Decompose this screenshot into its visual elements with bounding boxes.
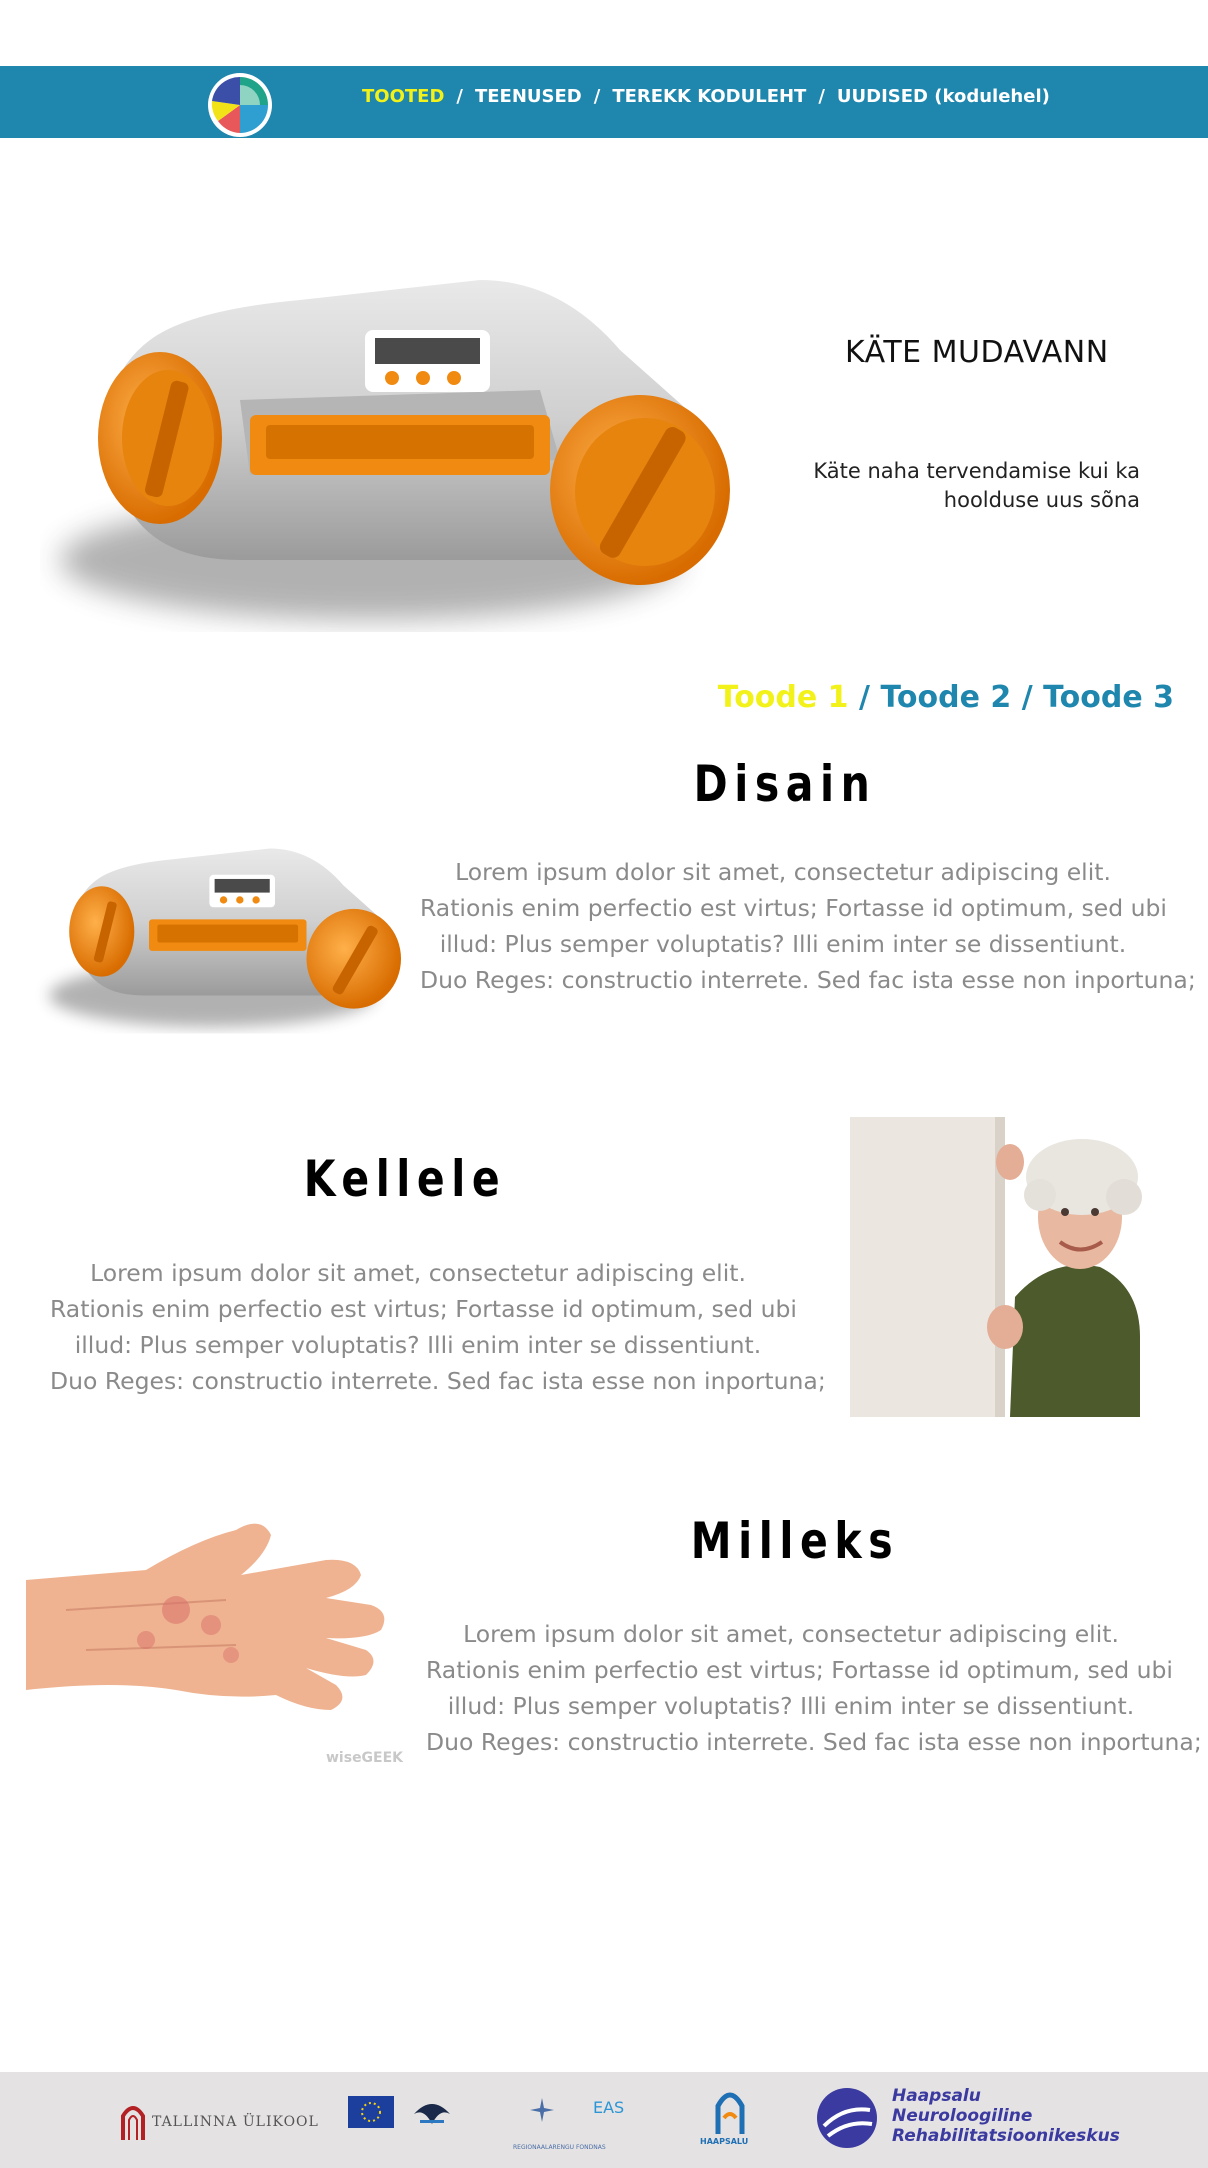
haapsalu-crest-icon[interactable] [712,2088,748,2136]
nav-item-terekk-koduleht[interactable]: TEREKK KODULEHT [612,86,806,107]
tab-toode-2[interactable]: Toode 2 [880,680,1011,715]
text-line: illud: Plus semper voluptatis? Illi enim… [439,930,1127,958]
product-tabs: Toode 1 / Toode 2 / Toode 3 [718,680,1174,715]
text-line: Duo Reges: constructio interrete. Sed fa… [420,966,1196,994]
small-device-image [49,848,401,1027]
text-line: Rationis enim perfectio est virtus; Fort… [420,894,1167,922]
text-line: Lorem ipsum dolor sit amet, consectetur … [90,1259,746,1287]
section-title-kellele: Kellele [303,1150,507,1208]
text-line: Lorem ipsum dolor sit amet, consectetur … [463,1620,1119,1648]
text-line: illud: Plus semper voluptatis? Illi enim… [74,1331,762,1359]
tlu-arch-icon [121,2106,145,2140]
hnrk-name[interactable]: Haapsalu Neuroloogiline Rehabilitatsioon… [892,2086,1120,2146]
hand-with-eczema-photo: wiseGEEK [26,1523,404,1766]
tlu-logo[interactable]: TALLINNA ÜLIKOOL [120,2097,319,2147]
text-line: Rationis enim perfectio est virtus; Fort… [50,1295,797,1323]
text-line: illud: Plus semper voluptatis? Illi enim… [447,1692,1135,1720]
text-line: Duo Reges: constructio interrete. Sed fa… [426,1728,1202,1756]
eu-flag-icon[interactable] [348,2096,394,2128]
nav-separator: / [456,85,463,107]
section-text-disain: Lorem ipsum dolor sit amet, consectetur … [420,854,1196,998]
text-line: Duo Reges: constructio interrete. Sed fa… [50,1367,826,1395]
nav-item-uudised[interactable]: UUDISED (kodulehel) [837,86,1050,107]
eas-logo[interactable]: EAS [593,2098,624,2117]
hnrk-name-line: Neuroloogiline [892,2106,1033,2126]
hnrk-name-line: Rehabilitatsioonikeskus [892,2126,1120,2146]
nav-item-teenused[interactable]: TEENUSED [475,86,582,107]
product-subtitle-line: hoolduse uus sõna [943,488,1140,512]
nav-item-tooted[interactable]: TOOTED [362,86,444,107]
section-title-milleks: Milleks [690,1512,900,1570]
tab-separator: / [859,680,870,715]
text-line: Rationis enim perfectio est virtus; Fort… [426,1656,1173,1684]
section-text-kellele: Lorem ipsum dolor sit amet, consectetur … [50,1255,826,1399]
hand-mud-bath-device-image [60,280,730,620]
tab-toode-3[interactable]: Toode 3 [1043,680,1174,715]
tab-toode-1[interactable]: Toode 1 [718,680,849,715]
hnrk-logo-icon[interactable] [814,2086,880,2150]
regional-fund-icon[interactable] [520,2094,566,2134]
site-logo-icon[interactable] [206,71,274,139]
nav-separator: / [593,85,601,107]
elderly-woman-photo [850,1117,1160,1417]
haapsalu-caption: HAAPSALU [700,2137,749,2146]
product-subtitle-line: Käte naha tervendamise kui ka [813,459,1140,483]
image-watermark: wiseGEEK [326,1750,404,1766]
main-nav: TOOTED / TEENUSED / TEREKK KODULEHT / UU… [362,84,1050,108]
product-title: KÄTE MUDAVANN [845,335,1109,370]
text-line: Lorem ipsum dolor sit amet, consectetur … [455,858,1111,886]
estonia-swallow-icon[interactable] [412,2094,452,2130]
tab-separator: / [1021,680,1033,715]
section-title-disain: Disain [693,755,877,813]
section-text-milleks: Lorem ipsum dolor sit amet, consectetur … [426,1616,1202,1760]
nav-separator: / [818,85,825,107]
hnrk-name-line: Haapsalu [892,2086,981,2106]
regional-fund-caption: REGIONAALARENGU FONDNAS [513,2144,606,2151]
tlu-name: TALLINNA ÜLIKOOL [152,2114,319,2130]
product-subtitle: Käte naha tervendamise kui ka hoolduse u… [760,457,1140,515]
